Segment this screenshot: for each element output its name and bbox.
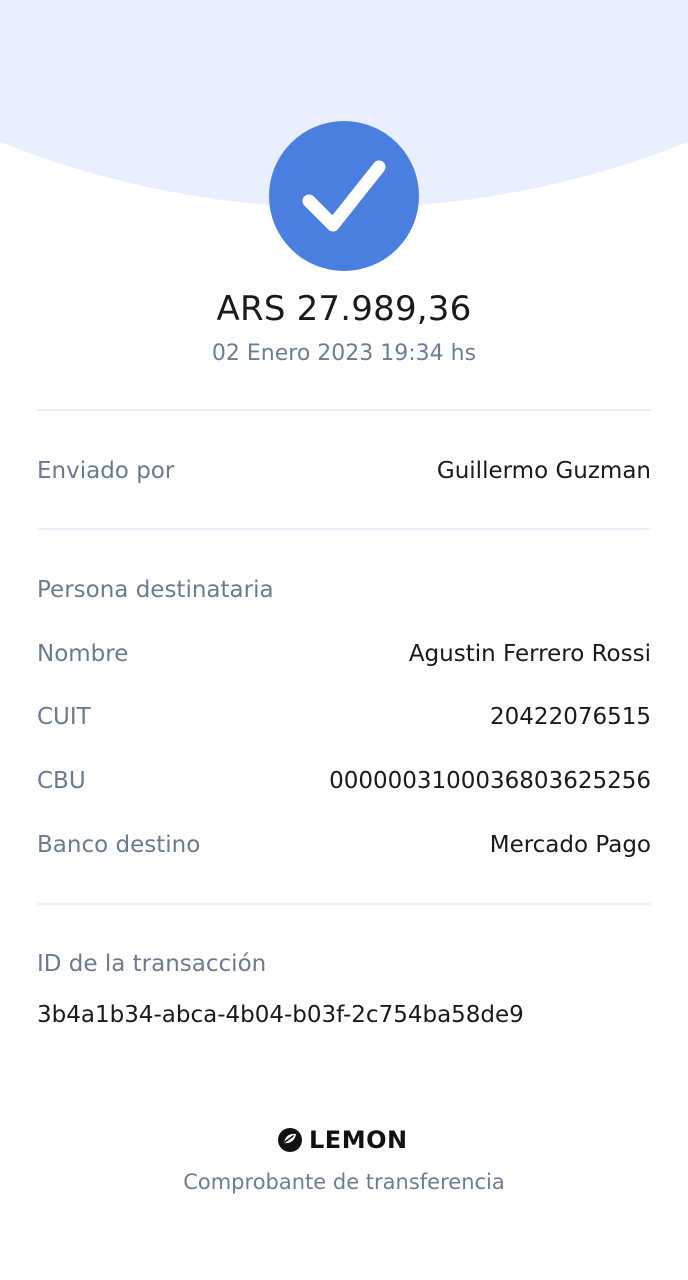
brand-name: LEMON xyxy=(309,1126,408,1154)
recipient-cbu-label: CBU xyxy=(37,768,86,794)
sender-label: Enviado por xyxy=(37,458,175,484)
receipt-caption: Comprobante de transferencia xyxy=(183,1170,505,1194)
recipient-name-value: Agustin Ferrero Rossi xyxy=(408,641,651,667)
transfer-date: 02 Enero 2023 19:34 hs xyxy=(211,341,477,366)
transfer-receipt: ARS 27.989,36 02 Enero 2023 19:34 hs Env… xyxy=(0,0,688,1280)
recipient-bank-value: Mercado Pago xyxy=(489,832,651,858)
divider xyxy=(37,409,651,411)
recipient-section-title: Persona destinataria xyxy=(37,577,274,603)
transaction-id-value: 3b4a1b34-abca-4b04-b03f-2c754ba58de9 xyxy=(37,1002,524,1028)
recipient-cuit-value: 20422076515 xyxy=(490,704,651,730)
transaction-id-label: ID de la transacción xyxy=(37,951,267,977)
recipient-bank-label: Banco destino xyxy=(37,832,201,858)
lemon-logo-icon xyxy=(278,1128,302,1152)
divider xyxy=(37,903,651,905)
recipient-cbu-value: 0000003100036803625256 xyxy=(329,768,651,794)
recipient-cuit-label: CUIT xyxy=(37,704,91,730)
sender-value: Guillermo Guzman xyxy=(436,458,651,484)
divider xyxy=(37,528,651,530)
check-icon xyxy=(302,160,386,232)
brand-logo: LEMON xyxy=(277,1124,408,1156)
recipient-name-label: Nombre xyxy=(37,641,129,667)
transfer-amount: ARS 27.989,36 xyxy=(216,289,472,329)
success-badge xyxy=(269,121,419,271)
